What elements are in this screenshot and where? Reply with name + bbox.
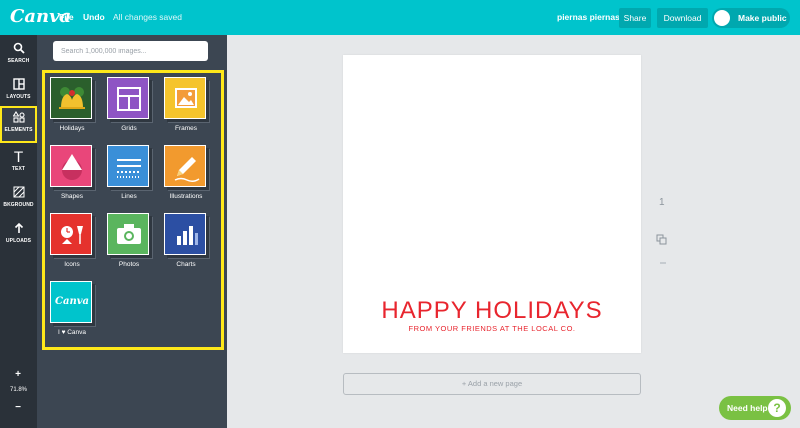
tile-lines[interactable]: Lines	[107, 145, 151, 201]
camera-icon	[107, 213, 149, 255]
search-icon	[0, 42, 37, 58]
design-page[interactable]: HAPPY HOLIDAYS FROM YOUR FRIENDS AT THE …	[343, 55, 641, 353]
rail-item-elements[interactable]: ELEMENTS	[0, 106, 37, 143]
tile-label: Frames	[174, 125, 198, 132]
tile-label: Lines	[121, 193, 137, 200]
tile-label: Charts	[176, 261, 196, 268]
need-help-button[interactable]: Need help ?	[719, 396, 791, 420]
subline-text[interactable]: FROM YOUR FRIENDS AT THE LOCAL CO.	[343, 324, 641, 333]
undo-button[interactable]: Undo	[83, 12, 105, 22]
tile-label: I ♥ Canva	[57, 329, 87, 336]
top-bar: Canva File Undo All changes saved pierna…	[0, 0, 800, 35]
rail-label-elements: ELEMENTS	[4, 127, 33, 133]
toggle-knob	[714, 10, 730, 26]
upload-arrow-icon	[0, 222, 37, 238]
tile-illustrations[interactable]: Illustrations	[164, 145, 208, 201]
image-search-input[interactable]	[53, 41, 208, 61]
help-question-icon: ?	[768, 399, 786, 417]
make-public-toggle[interactable]: Make public	[712, 8, 790, 28]
tile-icons[interactable]: Icons	[50, 213, 94, 269]
rail-item-search[interactable]: SEARCH	[0, 39, 37, 73]
elements-panel: Holidays Grids Frames	[37, 35, 227, 428]
tile-label: Illustrations	[169, 193, 203, 200]
tile-label: Icons	[64, 261, 80, 268]
download-button[interactable]: Download	[657, 8, 708, 28]
text-icon: T	[14, 150, 23, 166]
rail-label-text: TEXT	[11, 166, 26, 172]
zoom-out-button[interactable]: −	[12, 402, 24, 414]
rail-item-uploads[interactable]: UPLOADS	[0, 219, 37, 253]
grid-icon	[107, 77, 149, 119]
rail-label-uploads: UPLOADS	[5, 238, 32, 244]
bar-chart-icon	[164, 213, 206, 255]
file-menu[interactable]: File	[59, 12, 74, 22]
headline-text[interactable]: HAPPY HOLIDAYS	[343, 297, 641, 325]
canvas-area: HAPPY HOLIDAYS FROM YOUR FRIENDS AT THE …	[227, 35, 800, 428]
icons-category-icon	[50, 213, 92, 255]
tile-grids[interactable]: Grids	[107, 77, 151, 133]
copy-page-icon[interactable]	[656, 234, 667, 248]
tile-shapes[interactable]: Shapes	[50, 145, 94, 201]
save-status: All changes saved	[113, 12, 182, 22]
holiday-bells-icon	[50, 77, 92, 119]
rail-item-layouts[interactable]: LAYOUTS	[0, 75, 37, 109]
shapes-icon	[50, 145, 92, 187]
rail-label-search: SEARCH	[7, 58, 30, 64]
page-number: 1	[659, 197, 665, 208]
tile-holidays[interactable]: Holidays	[50, 77, 94, 133]
user-name[interactable]: piernas piernas	[557, 12, 620, 22]
tile-label: Grids	[121, 125, 137, 132]
layouts-icon	[0, 78, 37, 94]
delete-page-icon[interactable]	[660, 259, 666, 268]
rail-label-layouts: LAYOUTS	[6, 94, 31, 100]
tile-label: Holidays	[59, 125, 85, 132]
canva-tile-text: Canva	[55, 296, 89, 307]
rail-item-text[interactable]: T TEXT	[0, 147, 37, 181]
need-help-label: Need help	[727, 403, 768, 413]
lines-icon	[107, 145, 149, 187]
left-rail: SEARCH LAYOUTS ELEMENTS T TEXT BKGROUND …	[0, 35, 37, 428]
zoom-in-button[interactable]: +	[12, 369, 24, 381]
rail-item-background[interactable]: BKGROUND	[0, 183, 37, 217]
tile-charts[interactable]: Charts	[164, 213, 208, 269]
share-button[interactable]: Share	[619, 8, 651, 28]
make-public-label: Make public	[738, 13, 787, 23]
tile-label: Shapes	[60, 193, 84, 200]
zoom-level: 71.8%	[9, 387, 27, 393]
canva-logo-tile: Canva	[50, 281, 92, 323]
pencil-icon	[164, 145, 206, 187]
tile-frames[interactable]: Frames	[164, 77, 208, 133]
add-page-button[interactable]: + Add a new page	[343, 373, 641, 395]
tile-i-love-canva[interactable]: Canva I ♥ Canva	[50, 281, 94, 337]
rail-label-background: BKGROUND	[3, 202, 34, 208]
elements-grid: Holidays Grids Frames Shapes Lines Illus…	[42, 70, 224, 350]
elements-icon	[2, 110, 35, 127]
frame-icon	[164, 77, 206, 119]
tile-photos[interactable]: Photos	[107, 213, 151, 269]
tile-label: Photos	[118, 261, 140, 268]
background-icon	[0, 186, 37, 202]
